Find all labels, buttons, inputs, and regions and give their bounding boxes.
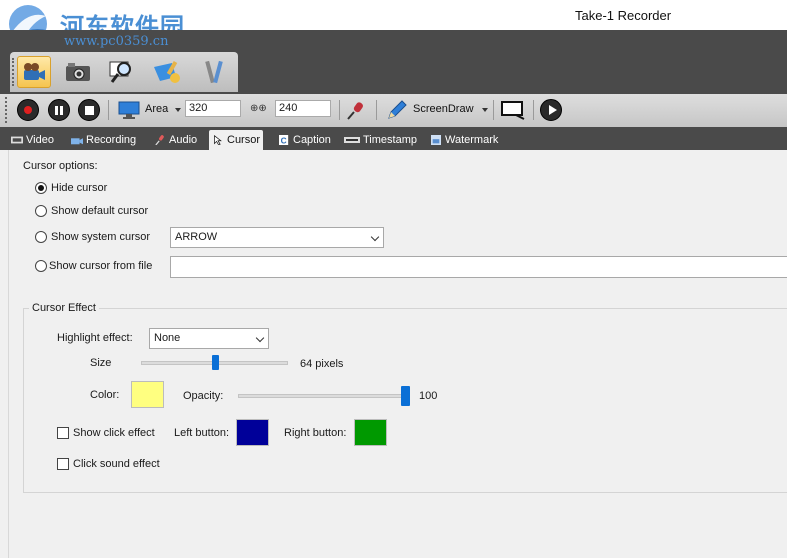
- tab-cursor[interactable]: Cursor: [209, 130, 264, 150]
- hide-cursor-label[interactable]: Hide cursor: [51, 182, 107, 194]
- audio-icon: [155, 135, 164, 145]
- right-button-label: Right button:: [284, 427, 347, 439]
- toolbar: Area 320 ⊕⊕ 240 ScreenDraw: [0, 94, 787, 127]
- camcorder-icon: [24, 63, 45, 80]
- mode-draw-button[interactable]: [150, 56, 184, 88]
- color-label: Color:: [90, 389, 120, 401]
- mode-video-button[interactable]: [17, 56, 51, 88]
- mode-tools-button[interactable]: [198, 56, 232, 88]
- cursor-effect-title: Cursor Effect: [29, 302, 99, 314]
- chevron-down-icon: [255, 333, 265, 343]
- tab-timestamp[interactable]: Timestamp: [341, 130, 420, 150]
- tab-caption[interactable]: C Caption: [275, 130, 334, 150]
- tab-recording[interactable]: Recording: [68, 130, 139, 150]
- watermark-url: www.pc0359.cn: [64, 34, 169, 49]
- caption-icon: C: [279, 135, 289, 145]
- cursor-settings-panel: Cursor options: Hide cursor Show default…: [8, 150, 787, 558]
- cursor-from-file-label[interactable]: Show cursor from file: [49, 260, 152, 272]
- stop-button[interactable]: [78, 99, 100, 121]
- microphone-icon[interactable]: [346, 100, 366, 120]
- click-sound-label[interactable]: Click sound effect: [73, 458, 160, 470]
- highlight-effect-label: Highlight effect:: [57, 332, 133, 344]
- show-click-effect-label[interactable]: Show click effect: [73, 427, 155, 439]
- highlight-effect-select[interactable]: None: [149, 328, 269, 349]
- chevron-down-icon: [370, 232, 380, 242]
- record-icon: [24, 106, 32, 114]
- play-button[interactable]: [540, 99, 562, 121]
- opacity-slider-thumb[interactable]: [401, 386, 410, 406]
- pencil-icon[interactable]: [386, 99, 408, 121]
- capture-height-input[interactable]: 240: [275, 100, 331, 117]
- tab-watermark[interactable]: Watermark: [427, 130, 501, 150]
- show-default-cursor-radio[interactable]: [35, 205, 47, 217]
- area-label[interactable]: Area: [145, 103, 168, 115]
- mode-bar: [10, 52, 238, 92]
- left-button-label: Left button:: [174, 427, 230, 439]
- cursor-file-input[interactable]: [170, 256, 787, 278]
- window-title: Take-1 Recorder: [575, 8, 672, 23]
- show-click-effect-checkbox[interactable]: [57, 427, 69, 439]
- zoom-window-icon[interactable]: [500, 100, 526, 120]
- magnifier-icon: [109, 61, 131, 83]
- timestamp-icon: [344, 137, 360, 143]
- toolbar-grip[interactable]: [5, 97, 8, 123]
- hide-cursor-radio[interactable]: [35, 182, 47, 194]
- screendraw-label[interactable]: ScreenDraw: [413, 103, 474, 115]
- capture-width-input[interactable]: 320: [185, 100, 241, 117]
- screendraw-dropdown-icon[interactable]: [482, 108, 488, 112]
- show-default-cursor-label[interactable]: Show default cursor: [51, 205, 148, 217]
- highlight-color-swatch[interactable]: [131, 381, 164, 408]
- size-value: 64 pixels: [300, 358, 344, 370]
- recording-icon: [71, 138, 83, 145]
- watermark-icon: [431, 135, 441, 145]
- tab-audio[interactable]: Audio: [151, 130, 200, 150]
- show-system-cursor-label[interactable]: Show system cursor: [51, 231, 150, 243]
- monitor-icon[interactable]: [118, 101, 140, 119]
- stop-icon: [85, 106, 94, 115]
- brush-icon: [154, 60, 180, 83]
- opacity-label: Opacity:: [183, 390, 224, 402]
- opacity-value: 100: [419, 390, 438, 402]
- play-icon: [549, 105, 557, 115]
- pause-icon: [55, 106, 58, 115]
- film-icon: [11, 136, 23, 144]
- right-button-color-swatch[interactable]: [354, 419, 387, 446]
- click-sound-checkbox[interactable]: [57, 458, 69, 470]
- cursor-options-title: Cursor options:: [23, 160, 98, 172]
- left-button-color-swatch[interactable]: [236, 419, 269, 446]
- system-cursor-select[interactable]: ARROW: [170, 227, 384, 248]
- pause-button[interactable]: [48, 99, 70, 121]
- tab-video[interactable]: Video: [8, 130, 57, 150]
- svg-text:C: C: [281, 135, 287, 145]
- cursor-icon: [214, 135, 222, 145]
- size-label: Size: [90, 357, 112, 369]
- cursor-from-file-radio[interactable]: [35, 260, 47, 272]
- grip-handle[interactable]: [12, 58, 15, 86]
- show-system-cursor-radio[interactable]: [35, 231, 47, 243]
- size-slider-thumb[interactable]: [211, 355, 219, 370]
- mode-screenshot-button[interactable]: [61, 56, 95, 88]
- tools-icon: [205, 60, 223, 84]
- record-button[interactable]: [17, 99, 39, 121]
- settings-tabs: Video Recording Audio Cursor C Caption T…: [0, 128, 787, 150]
- opacity-slider-track[interactable]: [238, 394, 406, 398]
- area-dropdown-icon[interactable]: [175, 108, 181, 112]
- mode-zoom-button[interactable]: [105, 56, 139, 88]
- camera-icon: [66, 63, 90, 81]
- link-dimensions-icon[interactable]: ⊕⊕: [250, 103, 267, 114]
